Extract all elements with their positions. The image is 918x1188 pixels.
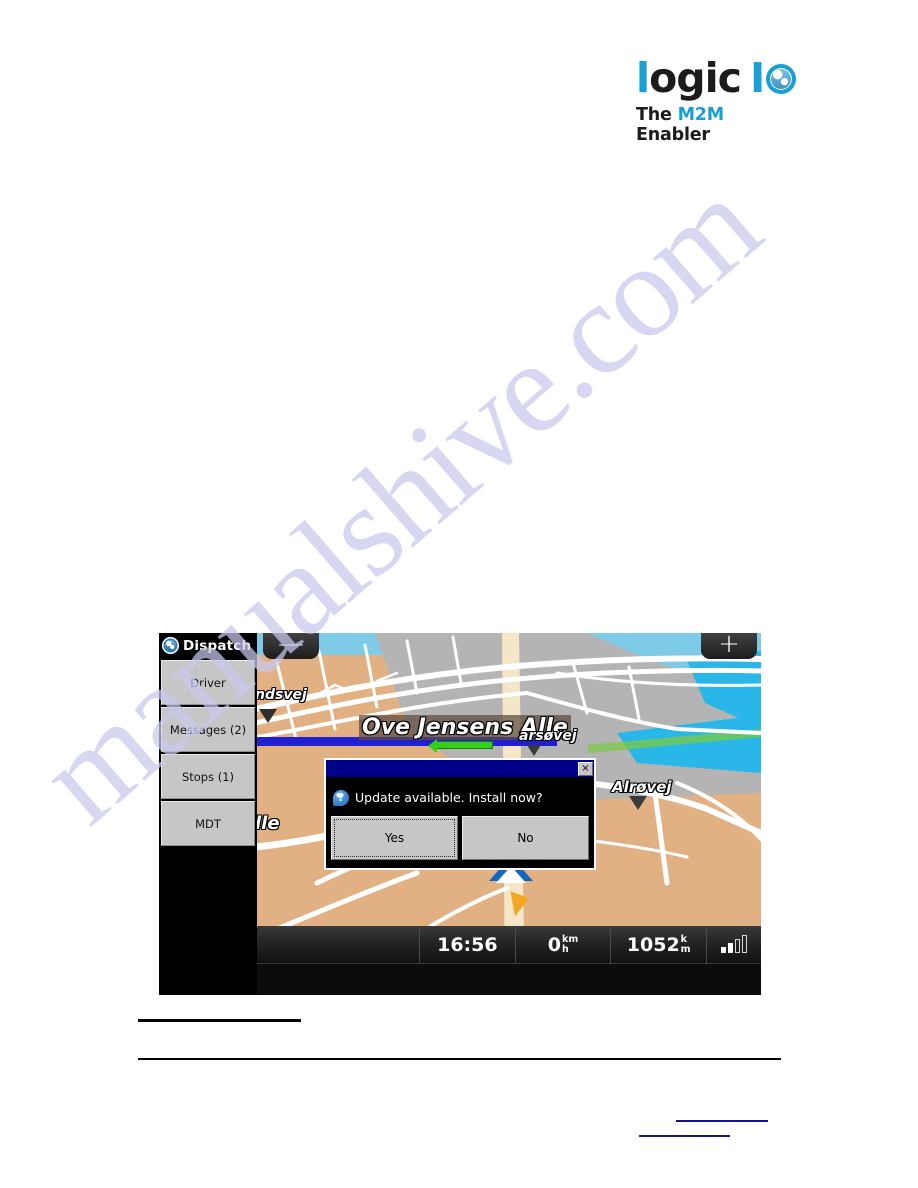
question-icon: ? — [333, 789, 349, 806]
brand-logo: l ogic I The M2M Enabler — [636, 54, 797, 145]
status-speed-unit-bottom: h — [562, 943, 569, 955]
footer-link-primary[interactable] — [676, 1120, 768, 1122]
footnote-separator — [138, 1019, 301, 1022]
sidebar-item-messages[interactable]: Messages (2) — [161, 707, 255, 752]
dialog-body: ? Update available. Install now? — [326, 777, 594, 813]
signal-bars-icon — [721, 937, 747, 953]
globe-icon — [162, 637, 179, 654]
dialog-button-row: Yes No — [326, 813, 594, 865]
status-distance-value: 1052 — [626, 933, 680, 956]
status-bar-spacer — [257, 926, 419, 963]
dispatch-sidebar: Dispatch Driver Messages (2) Stops (1) M… — [159, 633, 257, 995]
sidebar-title: Dispatch — [183, 637, 252, 654]
status-distance-unit-bottom: m — [680, 943, 691, 955]
sidebar-header: Dispatch — [159, 633, 257, 658]
plus-icon: + — [718, 633, 740, 659]
sidebar-item-mdt[interactable]: MDT — [161, 801, 255, 846]
status-signal — [706, 926, 761, 963]
minus-icon: — — [278, 633, 304, 660]
logo-word-ogic: ogic — [649, 54, 742, 102]
tagline-suffix: Enabler — [636, 125, 710, 145]
logo-letter-i: I — [749, 54, 765, 102]
direction-arrow-icon — [428, 739, 493, 753]
device-bottom-bezel — [257, 963, 761, 995]
sidebar-item-label: Driver — [190, 675, 226, 690]
status-speed-value: 0 — [547, 933, 562, 956]
footer-link-secondary[interactable] — [639, 1135, 730, 1137]
sidebar-item-label: MDT — [195, 816, 221, 831]
sidebar-item-label: Messages (2) — [169, 722, 247, 737]
footer-separator — [138, 1058, 781, 1060]
map-marker-icon — [629, 796, 647, 810]
dialog-message: Update available. Install now? — [355, 790, 543, 805]
update-dialog: × ? Update available. Install now? Yes N… — [324, 758, 596, 870]
status-time: 16:56 — [419, 926, 515, 963]
map-marker-icon — [259, 709, 277, 723]
sidebar-item-driver[interactable]: Driver — [161, 660, 255, 705]
zoom-in-button[interactable]: + — [701, 633, 757, 659]
tagline-accent: M2M — [677, 105, 725, 125]
zoom-out-button[interactable]: — — [263, 633, 319, 659]
tagline-prefix: The — [636, 105, 678, 125]
sidebar-item-label: Stops (1) — [181, 769, 235, 784]
status-time-value: 16:56 — [437, 933, 498, 956]
sidebar-item-stops[interactable]: Stops (1) — [161, 754, 255, 799]
no-button-label: No — [517, 831, 534, 845]
page-watermark: manualshive.com — [0, 0, 918, 1188]
no-button[interactable]: No — [462, 816, 589, 860]
status-speed-unit: km h — [562, 935, 578, 954]
yes-button-label: Yes — [384, 831, 405, 845]
map-marker-icon — [527, 745, 541, 756]
globe-icon — [766, 63, 797, 94]
status-distance: 1052 k m — [610, 926, 706, 963]
yes-button[interactable]: Yes — [331, 816, 458, 860]
logo-wordmark: l ogic I — [636, 54, 797, 102]
dialog-titlebar: × — [326, 760, 594, 777]
status-bar: 16:56 0 km h 1052 k m — [257, 926, 761, 963]
logo-letter-l: l — [636, 54, 650, 102]
logo-io: I — [749, 54, 797, 102]
device-screenshot: Dispatch Driver Messages (2) Stops (1) M… — [159, 633, 761, 995]
status-speed: 0 km h — [514, 926, 611, 963]
close-icon[interactable]: × — [578, 761, 593, 776]
status-distance-unit: k m — [681, 935, 691, 954]
logo-tagline: The M2M Enabler — [636, 105, 786, 145]
